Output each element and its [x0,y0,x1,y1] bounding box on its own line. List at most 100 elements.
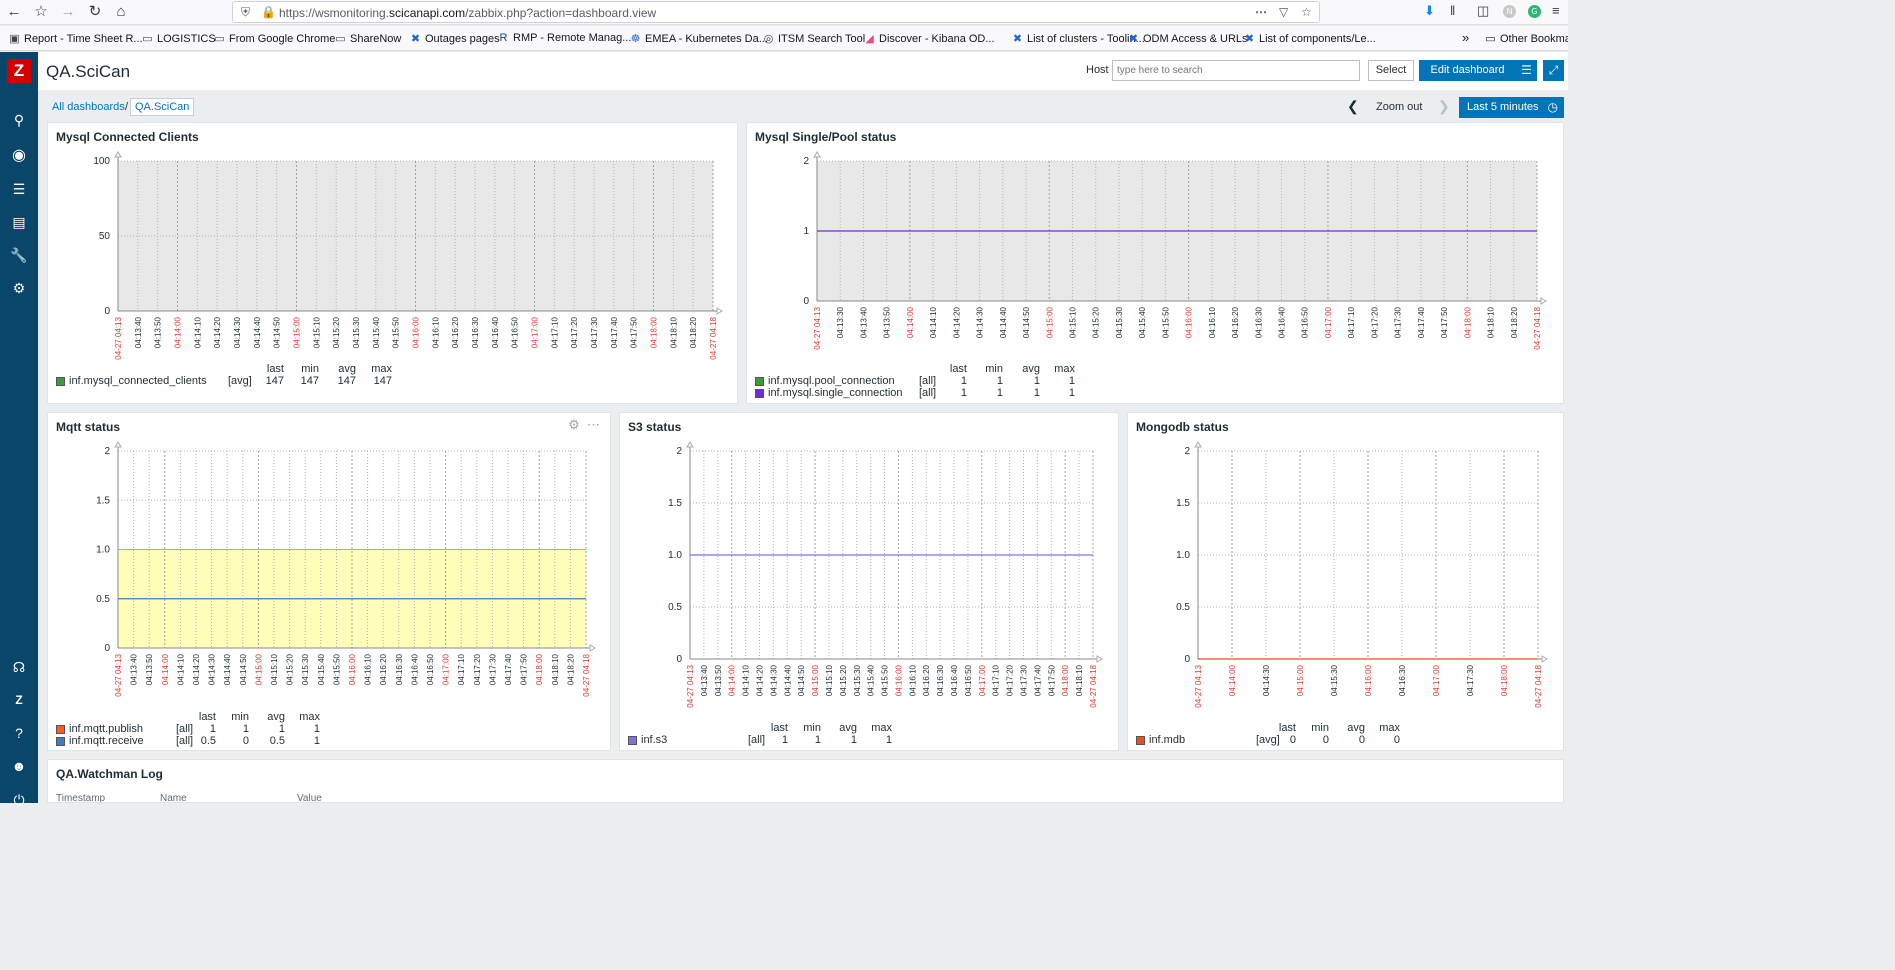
reload-icon[interactable]: ↻ [84,2,106,22]
bookmark-item[interactable]: ✖ List of clusters - Toolin... [1011,32,1145,45]
chart-svg[interactable]: 04-27 04:13 04:14:00 04:14:30 04:15:00 04:15… [1128,413,1563,750]
bookmark-label: Discover - Kibana OD... [879,33,995,45]
legend-max-value: 1 [313,723,320,735]
chart-svg[interactable]: 04-27 04:13 04:13:40 04:13:50 04:14:00 04:14… [48,123,737,403]
support-headset-icon[interactable]: ☊ [9,657,29,677]
folder-icon: ▭ [214,33,225,45]
widget-s3[interactable]: S3 status 04-27 04:13 04:13:40 04:13:50 04:… [619,412,1119,751]
zoom-out-button[interactable]: Zoom out [1376,101,1422,113]
kiosk-mode-icon[interactable]: ⤢ [1543,60,1564,81]
star-icon[interactable]: ☆ [1301,5,1312,19]
x-tick-label: 04-27 04:13 [1194,664,1203,707]
reports-chart-icon[interactable]: ▤ [9,212,29,232]
widget-watchman-log[interactable]: QA.Watchman Log Timestamp Name Value [47,759,1564,803]
host-label: Host [1086,64,1109,76]
administration-gear-icon[interactable]: ⚙ [9,278,29,298]
column-header-name[interactable]: Name [160,793,187,802]
legend-row[interactable]: inf.mysql.single_connection [all] 1 1 1 1 [755,387,1155,399]
legend-row[interactable]: inf.mqtt.receive [all] 0.5 0 0.5 1 [56,735,456,747]
x-tick-label: 04:14:50 [1022,306,1031,338]
library-icon[interactable]: ‖ [1450,3,1455,18]
chart-svg[interactable]: 04-27 04:13 04:13:30 04:13:40 04:13:50 04:14… [747,123,1563,403]
bookmark-item[interactable]: ✖ List of components/Le... [1243,32,1376,45]
downloads-icon[interactable]: ⬇ [1424,3,1435,19]
menu-icon[interactable]: ≡ [1552,3,1560,18]
legend-row[interactable]: inf.mdb [avg] 0 0 0 0 [1136,734,1536,746]
sign-out-icon[interactable]: ⏻ [9,790,29,810]
legend-header-max: max [299,711,320,723]
column-header-value[interactable]: Value [297,793,322,802]
x-tick-label: 04:15:30 [301,653,310,685]
x-tick-label: 04:15:10 [1068,306,1077,338]
bookmark-item[interactable]: ▭ ShareNow [334,32,401,45]
widget-mongodb[interactable]: Mongodb status 04-27 04:13 04:14:00 04:14:… [1127,412,1564,751]
lock-icon[interactable]: 🔒 [261,5,276,19]
legend-row[interactable]: inf.mysql_connected_clients [avg] 147 147 14… [56,375,456,387]
chart-svg[interactable]: 04-27 04:13 04:13:40 04:13:50 04:14:00 04:14… [620,413,1118,750]
x-tick-label: 04:13:50 [145,653,154,685]
time-next-icon[interactable]: ❯ [1438,98,1450,115]
bookmark-item[interactable]: ◢ Discover - Kibana OD... [863,32,995,45]
chart-svg[interactable]: 04-27 04:13 04:13:40 04:13:50 04:14:00 04:14… [48,413,610,750]
inventory-list-icon[interactable]: ☰ [9,179,29,199]
folder-icon: ▭ [335,33,346,45]
host-search-input[interactable] [1112,60,1360,81]
legend-row[interactable]: inf.mqtt.publish [all] 1 1 1 1 [56,723,456,735]
x-tick-label: 04:17:30 [1466,664,1475,696]
bookmark-label: Report - Time Sheet R... [24,33,143,45]
confluence-icon: ✖ [1128,33,1139,45]
edit-dashboard-button[interactable]: Edit dashboard [1419,60,1516,81]
x-tick-label: 04:15:30 [853,664,862,696]
bookmark-page-icon[interactable]: ☆ [30,2,52,22]
grammarly-icon[interactable]: G [1528,5,1541,18]
bookmark-item[interactable]: ▭ From Google Chrome [213,32,335,45]
bookmark-item[interactable]: ▣ Report - Time Sheet R... [8,32,143,45]
select-button[interactable]: Select [1368,60,1414,81]
widget-mysql-pool[interactable]: Mysql Single/Pool status 04-27 04:13 04:1… [746,122,1564,404]
bookmarks-overflow-icon[interactable]: » [1462,30,1469,45]
help-icon[interactable]: ? [9,723,29,743]
breadcrumb-bar: All dashboards / QA.SciCan ❮ Zoom out ❯ … [38,90,1568,121]
x-tick-label: 04:17:10 [1347,306,1356,338]
configuration-wrench-icon[interactable]: 🔧 [9,245,29,265]
column-header-timestamp[interactable]: Timestamp [56,793,105,802]
legend-row[interactable]: inf.mysql.pool_connection [all] 1 1 1 1 [755,375,1155,387]
user-settings-icon[interactable]: ☻ [9,756,29,776]
legend-function: [avg] [228,375,252,387]
other-bookmarks[interactable]: ▭ Other Bookmarks [1484,32,1568,45]
widget-mysql-clients[interactable]: Mysql Connected Clients 04-27 04:13 04:13… [47,122,738,404]
bookmark-item[interactable]: R RMP - Remote Manag... [497,32,632,44]
profile-icon[interactable]: N [1503,5,1516,18]
shield-icon[interactable]: ⛨ [241,5,250,20]
legend-header-avg: avg [267,711,285,723]
x-tick-label: 04:13:40 [134,316,143,348]
zabbix-logo[interactable]: Z [7,59,31,83]
url-field[interactable]: ⛨ 🔒 https://wsmonitoring.scicanapi.com/z… [232,1,1320,23]
bookmark-item[interactable]: ◎ ITSM Search Tool [762,32,866,45]
monitoring-eye-icon[interactable]: ◉ [9,146,29,166]
share-icon[interactable]: Z [9,690,29,710]
actions-menu-icon[interactable]: ☰ [1516,60,1537,81]
time-period-button[interactable]: Last 5 minutes ◷ [1459,97,1564,118]
back-icon[interactable]: ← [3,2,25,22]
search-icon[interactable]: ⚲ [9,110,29,130]
x-tick-label: 04:16:40 [410,653,419,685]
breadcrumb-current[interactable]: QA.SciCan [130,98,195,116]
legend-max-value: 0 [1393,734,1400,746]
bookmark-item[interactable]: ▭ LOGISTICS [141,32,215,45]
page-actions-icon[interactable]: ⋯ [1255,5,1267,19]
bookmark-item[interactable]: ✖ Outages pages [409,32,500,45]
time-prev-icon[interactable]: ❮ [1347,98,1359,115]
bookmark-item[interactable]: ✖ ODM Access & URLs [1127,32,1248,45]
legend-last-value: 0.5 [200,735,216,747]
x-tick-label: 04:15:30 [352,316,361,348]
bookmark-item[interactable]: ☸ EMEA - Kubernetes Da... [629,32,768,45]
legend-row[interactable]: inf.s3 [all] 1 1 1 1 [628,734,1028,746]
chart-legend: last min avg max inf.mqtt.publish [all] 1 1 1 1 in… [56,711,456,750]
sidebar-toggle-icon[interactable]: ◫ [1477,3,1489,19]
forward-icon[interactable]: → [57,2,79,22]
breadcrumb-all-dashboards[interactable]: All dashboards [52,101,125,113]
pocket-icon[interactable]: ▽ [1279,5,1288,19]
home-icon[interactable]: ⌂ [110,2,132,22]
widget-mqtt[interactable]: Mqtt status ⚙ ⋯ 04-27 04:13 04:13:40 04:13… [47,412,611,751]
